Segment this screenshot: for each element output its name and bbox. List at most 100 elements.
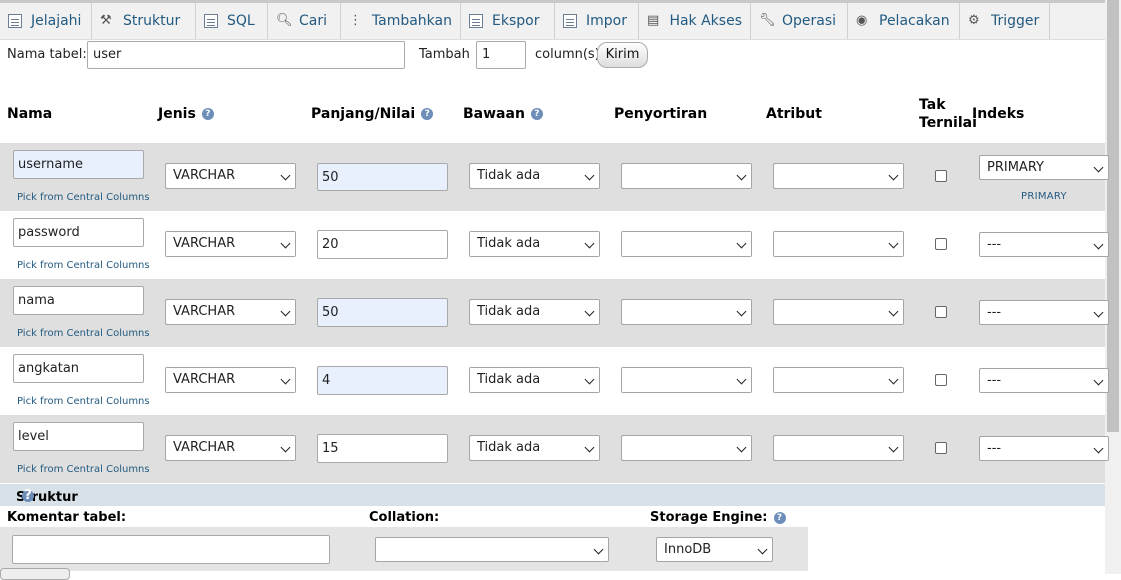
column-default-value: Tidak ada (477, 236, 541, 251)
table-comment-input[interactable] (12, 535, 330, 564)
storage-engine-label: Storage Engine:? (650, 510, 786, 525)
chevron-down-icon (757, 544, 768, 555)
column-type-select[interactable]: VARCHAR (165, 435, 296, 461)
column-null-checkbox[interactable] (935, 374, 947, 386)
chevron-down-icon (736, 442, 747, 453)
structure-options-row: InnoDB (0, 527, 808, 571)
column-name-input[interactable]: level (13, 422, 144, 451)
column-attribute-select[interactable] (773, 299, 904, 325)
export-icon (469, 14, 483, 28)
column-collation-select[interactable] (621, 163, 752, 189)
column-default-value: Tidak ada (477, 304, 541, 319)
column-collation-select[interactable] (621, 367, 752, 393)
scrollbar-thumb[interactable] (1107, 0, 1119, 432)
tab-insert[interactable]: ⋮ Tambahkan (341, 3, 461, 39)
partial-bottom-button[interactable] (0, 568, 70, 580)
chevron-down-icon (280, 374, 291, 385)
tab-label: Struktur (123, 13, 181, 29)
vertical-scrollbar[interactable] (1105, 0, 1121, 574)
column-index-value: --- (987, 237, 1002, 252)
column-default-select[interactable]: Tidak ada (469, 367, 600, 393)
tab-label: Hak Akses (669, 13, 742, 29)
column-name-input[interactable]: password (13, 218, 144, 247)
tab-privileges[interactable]: ▤ Hak Akses (639, 3, 751, 39)
pick-central-columns-link[interactable]: Pick from Central Columns (17, 192, 150, 203)
tab-operations[interactable]: 🔧︎ Operasi (751, 3, 848, 39)
column-collation-select[interactable] (621, 299, 752, 325)
tab-triggers[interactable]: ⚙ Trigger (960, 3, 1050, 39)
chevron-down-icon (280, 238, 291, 249)
tab-structure[interactable]: ⚒ Struktur (92, 3, 196, 39)
help-icon[interactable]: ? (22, 489, 34, 502)
column-type-select[interactable]: VARCHAR (165, 163, 296, 189)
storage-engine-value: InnoDB (664, 542, 712, 557)
column-length-input[interactable]: 15 (317, 434, 448, 463)
column-type-select[interactable]: VARCHAR (165, 299, 296, 325)
column-name-input[interactable]: nama (13, 286, 144, 315)
column-length-input[interactable]: 50 (317, 298, 448, 327)
column-type-select[interactable]: VARCHAR (165, 231, 296, 257)
column-null-checkbox[interactable] (935, 238, 947, 250)
add-columns-count-input[interactable]: 1 (476, 41, 526, 69)
column-type-value: VARCHAR (173, 372, 236, 387)
column-attribute-select[interactable] (773, 367, 904, 393)
column-attribute-select[interactable] (773, 435, 904, 461)
column-collation-select[interactable] (621, 231, 752, 257)
chevron-down-icon (1093, 375, 1104, 386)
tab-sql[interactable]: SQL (196, 3, 268, 39)
trigger-icon: ⚙ (968, 13, 980, 28)
import-icon (563, 14, 577, 28)
pick-central-columns-link[interactable]: Pick from Central Columns (17, 396, 150, 407)
column-null-checkbox[interactable] (935, 306, 947, 318)
column-index-select[interactable]: --- (979, 368, 1109, 393)
tab-label: Trigger (991, 13, 1040, 29)
column-length-input[interactable]: 4 (317, 366, 448, 395)
column-length-input[interactable]: 50 (317, 163, 448, 191)
tab-tracking[interactable]: ◉ Pelacakan (848, 3, 960, 39)
wrench-icon: 🔧︎ (759, 13, 776, 28)
column-type-select[interactable]: VARCHAR (165, 367, 296, 393)
column-default-select[interactable]: Tidak ada (469, 163, 600, 189)
submit-button[interactable]: Kirim (597, 42, 648, 68)
pick-central-columns-link[interactable]: Pick from Central Columns (17, 328, 150, 339)
chevron-down-icon (584, 238, 595, 249)
column-attribute-select[interactable] (773, 163, 904, 189)
tab-search[interactable]: 🔍︎ Cari (268, 3, 341, 39)
column-null-checkbox[interactable] (935, 442, 947, 454)
column-index-select[interactable]: --- (979, 300, 1109, 325)
column-name-input[interactable]: username (13, 150, 144, 179)
column-default-select[interactable]: Tidak ada (469, 231, 600, 257)
column-default-select[interactable]: Tidak ada (469, 435, 600, 461)
table-collation-select[interactable] (375, 537, 609, 562)
storage-engine-select[interactable]: InnoDB (656, 537, 773, 562)
column-index-select[interactable]: --- (979, 436, 1109, 461)
table-name-input[interactable]: user (87, 41, 405, 69)
column-length-input[interactable]: 20 (317, 230, 448, 259)
header-index: Indeks (972, 106, 1025, 122)
pick-central-columns-link[interactable]: Pick from Central Columns (17, 464, 150, 475)
header-collation: Penyortiran (614, 106, 708, 122)
pick-central-columns-link[interactable]: Pick from Central Columns (17, 260, 150, 271)
column-default-select[interactable]: Tidak ada (469, 299, 600, 325)
column-attribute-select[interactable] (773, 231, 904, 257)
column-index-select[interactable]: PRIMARY (979, 155, 1109, 180)
help-icon[interactable]: ? (201, 108, 214, 120)
column-null-checkbox[interactable] (935, 170, 947, 182)
help-icon[interactable]: ? (530, 108, 543, 120)
add-columns-suffix: column(s) (535, 47, 600, 62)
tab-export[interactable]: Ekspor (461, 3, 555, 39)
header-null-line1: Tak (919, 97, 946, 113)
header-default-label: Bawaan (463, 106, 525, 122)
help-icon[interactable]: ? (773, 511, 786, 524)
column-collation-select[interactable] (621, 435, 752, 461)
chevron-down-icon (280, 170, 291, 181)
help-icon[interactable]: ? (421, 108, 434, 120)
table-comment-label: Komentar tabel: (7, 510, 127, 525)
tab-browse[interactable]: Jelajahi (0, 3, 92, 39)
column-name-input[interactable]: angkatan (13, 354, 144, 383)
column-index-value: --- (987, 441, 1002, 456)
search-icon: 🔍︎ (276, 13, 293, 28)
column-index-select[interactable]: --- (979, 232, 1109, 257)
tab-import[interactable]: Impor (555, 3, 639, 39)
chevron-down-icon (1093, 162, 1104, 173)
